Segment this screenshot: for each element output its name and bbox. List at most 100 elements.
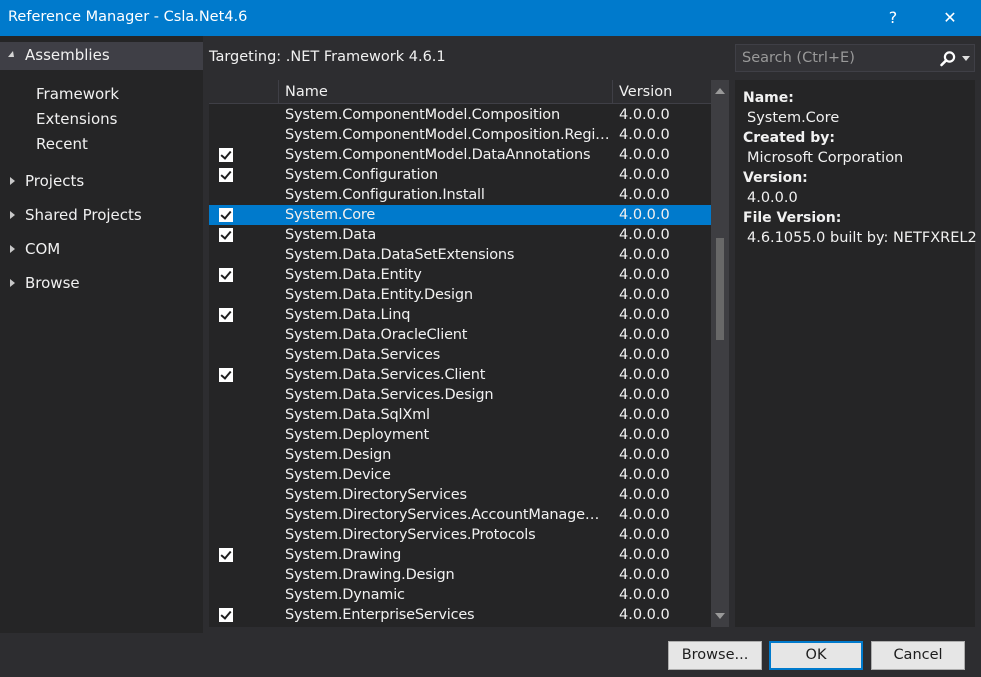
assembly-name: System.EnterpriseServices (285, 607, 475, 623)
version-column-header[interactable]: Version (613, 80, 711, 104)
reference-checkbox[interactable] (219, 168, 233, 182)
scroll-down-arrow-icon[interactable] (715, 613, 725, 619)
table-row[interactable]: System.Core 4.0.0.0 (209, 205, 711, 225)
assembly-version: 4.0.0.0 (619, 247, 670, 263)
detail-version-label: Version: (743, 170, 808, 186)
assembly-version: 4.0.0.0 (619, 467, 670, 483)
table-row[interactable]: System.Data.Services.Client 4.0.0.0 (209, 365, 711, 385)
search-box[interactable]: Search (Ctrl+E) (735, 44, 975, 72)
assembly-version: 4.0.0.0 (619, 347, 670, 363)
nav-subitem-extensions[interactable]: Extensions (36, 110, 117, 128)
assembly-name: System.DirectoryServices.AccountManageme… (285, 507, 613, 523)
nav-item-assemblies[interactable]: Assemblies (0, 42, 203, 70)
nav-item-projects[interactable]: Projects (0, 170, 203, 194)
table-row[interactable]: System.Data.Entity.Design 4.0.0.0 (209, 285, 711, 305)
vertical-scrollbar[interactable] (711, 80, 729, 627)
table-row[interactable]: System.Data.Services 4.0.0.0 (209, 345, 711, 365)
assembly-version: 4.0.0.0 (619, 147, 670, 163)
scrollbar-thumb[interactable] (716, 238, 724, 340)
assembly-name: System.Data (285, 227, 377, 243)
table-row[interactable]: System.Drawing.Design 4.0.0.0 (209, 565, 711, 585)
table-row[interactable]: System.Data.Entity 4.0.0.0 (209, 265, 711, 285)
assembly-version: 4.0.0.0 (619, 507, 670, 523)
table-row[interactable]: System.Data.Linq 4.0.0.0 (209, 305, 711, 325)
nav-subitem-framework[interactable]: Framework (36, 85, 119, 103)
detail-name-label: Name: (743, 90, 794, 106)
assembly-version: 4.0.0.0 (619, 127, 670, 143)
reference-checkbox[interactable] (219, 308, 233, 322)
table-row[interactable]: System.Design 4.0.0.0 (209, 445, 711, 465)
reference-checkbox[interactable] (219, 548, 233, 562)
table-row[interactable]: System.EnterpriseServices 4.0.0.0 (209, 605, 711, 625)
table-row[interactable]: System.ComponentModel.Composition.Regist… (209, 125, 711, 145)
name-column-header[interactable]: Name (279, 80, 613, 104)
table-row[interactable]: System.ComponentModel.Composition 4.0.0.0 (209, 105, 711, 125)
detail-created-label: Created by: (743, 130, 835, 146)
table-row[interactable]: System.Data.DataSetExtensions 4.0.0.0 (209, 245, 711, 265)
assembly-version: 4.0.0.0 (619, 527, 670, 543)
assembly-name: System.Data.Linq (285, 307, 411, 323)
search-icon[interactable] (939, 50, 957, 68)
reference-checkbox[interactable] (219, 228, 233, 242)
assembly-version: 4.0.0.0 (619, 487, 670, 503)
reference-checkbox[interactable] (219, 368, 233, 382)
assembly-name: System.Drawing.Design (285, 567, 455, 583)
nav-item-browse[interactable]: Browse (0, 272, 203, 296)
assembly-version: 4.0.0.0 (619, 187, 670, 203)
table-row[interactable]: System.Device 4.0.0.0 (209, 465, 711, 485)
targeting-label: Targeting: .NET Framework 4.6.1 (209, 49, 446, 65)
table-row[interactable]: System.Deployment 4.0.0.0 (209, 425, 711, 445)
search-options-dropdown-icon[interactable] (962, 56, 970, 61)
table-row[interactable]: System.ComponentModel.DataAnnotations 4.0… (209, 145, 711, 165)
assembly-name: System.Data.Services (285, 347, 441, 363)
collapsed-arrow-icon (10, 279, 15, 287)
assembly-version: 4.0.0.0 (619, 407, 670, 423)
table-row[interactable]: System.Drawing 4.0.0.0 (209, 545, 711, 565)
nav-item-com[interactable]: COM (0, 238, 203, 262)
reference-checkbox[interactable] (219, 208, 233, 222)
assembly-name: System.DirectoryServices.Protocols (285, 527, 536, 543)
expanded-triangle-icon (8, 51, 14, 57)
table-row[interactable]: System.DirectoryServices 4.0.0.0 (209, 485, 711, 505)
table-row[interactable]: System.Dynamic 4.0.0.0 (209, 585, 711, 605)
assembly-name: System.DirectoryServices (285, 487, 467, 503)
table-row[interactable]: System.Data 4.0.0.0 (209, 225, 711, 245)
search-input[interactable]: Search (Ctrl+E) (742, 50, 855, 66)
nav-item-label: Projects (25, 172, 85, 190)
table-row[interactable]: System.Data.OracleClient 4.0.0.0 (209, 325, 711, 345)
assembly-name: System.Dynamic (285, 587, 405, 603)
left-navigation: Assemblies Framework Extensions Recent P… (0, 36, 203, 633)
assembly-name: System.Configuration.Install (285, 187, 485, 203)
scroll-up-arrow-icon[interactable] (715, 88, 725, 94)
assembly-name: System.ComponentModel.Composition (285, 107, 560, 123)
assembly-version: 4.0.0.0 (619, 387, 670, 403)
assembly-name: System.Data.Entity.Design (285, 287, 473, 303)
detail-file-version-label: File Version: (743, 210, 842, 226)
assembly-name: System.Data.Services.Client (285, 367, 486, 383)
ok-button[interactable]: OK (769, 641, 863, 670)
assembly-name: System.Configuration (285, 167, 439, 183)
collapsed-arrow-icon (10, 211, 15, 219)
table-row[interactable]: System.Data.Services.Design 4.0.0.0 (209, 385, 711, 405)
assembly-version: 4.0.0.0 (619, 227, 670, 243)
table-row[interactable]: System.DirectoryServices.Protocols 4.0.0.… (209, 525, 711, 545)
reference-checkbox[interactable] (219, 268, 233, 282)
assembly-name: System.Data.OracleClient (285, 327, 468, 343)
table-row[interactable]: System.Data.SqlXml 4.0.0.0 (209, 405, 711, 425)
table-row[interactable]: System.DirectoryServices.AccountManageme… (209, 505, 711, 525)
nav-subitem-recent[interactable]: Recent (36, 135, 88, 153)
cancel-button[interactable]: Cancel (871, 641, 965, 670)
reference-checkbox[interactable] (219, 608, 233, 622)
assembly-name: System.Design (285, 447, 392, 463)
detail-name-value: System.Core (747, 110, 840, 126)
assembly-name: System.ComponentModel.DataAnnotations (285, 147, 591, 163)
checkbox-column-header[interactable] (209, 80, 279, 104)
assembly-version: 4.0.0.0 (619, 267, 670, 283)
browse-button[interactable]: Browse... (668, 641, 762, 670)
table-row[interactable]: System.Configuration 4.0.0.0 (209, 165, 711, 185)
close-button[interactable]: ✕ (936, 6, 964, 30)
reference-checkbox[interactable] (219, 148, 233, 162)
table-row[interactable]: System.Configuration.Install 4.0.0.0 (209, 185, 711, 205)
help-button[interactable]: ? (879, 6, 907, 30)
nav-item-shared-projects[interactable]: Shared Projects (0, 204, 203, 228)
